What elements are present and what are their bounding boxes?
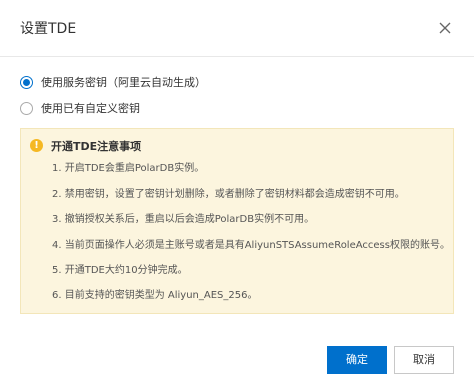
warning-icon: !	[30, 139, 43, 152]
option-custom-key[interactable]: 使用已有自定义密钥	[20, 99, 140, 117]
notice-item: 2. 禁用密钥，设置了密钥计划删除，或者删除了密钥材料都会造成密钥不可用。	[52, 189, 405, 200]
radio-custom-key[interactable]	[20, 101, 33, 115]
notice-item: 4. 当前页面操作人必须是主账号或者是具有AliyunSTSAssumeRole…	[52, 240, 450, 251]
notice-item: 1. 开启TDE会重启PolarDB实例。	[52, 163, 205, 174]
option-custom-key-label: 使用已有自定义密钥	[41, 102, 140, 115]
notice-item: 6. 目前支持的密钥类型为 Aliyun_AES_256。	[52, 290, 258, 301]
notice-item: 3. 撤销授权关系后，重启以后会造成PolarDB实例不可用。	[52, 214, 315, 225]
option-service-key[interactable]: 使用服务密钥（阿里云自动生成）	[20, 73, 206, 91]
confirm-button[interactable]: 确定	[327, 346, 387, 374]
close-icon[interactable]	[436, 19, 454, 37]
tde-settings-dialog: 设置TDE 使用服务密钥（阿里云自动生成） 使用已有自定义密钥 ! 开通TDE注…	[0, 0, 474, 391]
dialog-header: 设置TDE	[0, 0, 474, 57]
notice-title: 开通TDE注意事项	[51, 140, 142, 153]
cancel-button[interactable]: 取消	[394, 346, 454, 374]
option-service-key-label: 使用服务密钥（阿里云自动生成）	[41, 76, 206, 89]
notice-item: 5. 开通TDE大约10分钟完成。	[52, 265, 188, 276]
radio-service-key[interactable]	[20, 75, 33, 89]
tde-notice-box: ! 开通TDE注意事项 1. 开启TDE会重启PolarDB实例。 2. 禁用密…	[20, 128, 454, 314]
dialog-title: 设置TDE	[20, 21, 77, 37]
